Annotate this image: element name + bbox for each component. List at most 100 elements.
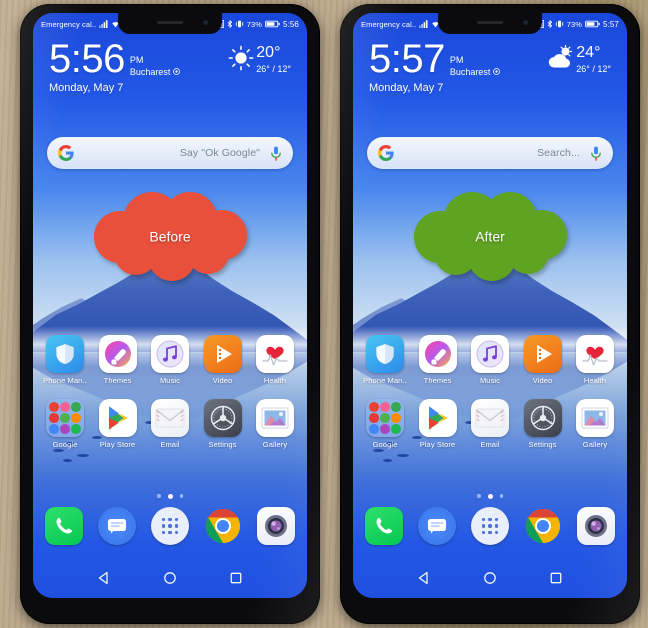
earpiece-speaker (157, 21, 183, 24)
bluetooth-icon (547, 20, 553, 28)
app-play-store[interactable]: Play Store (414, 399, 462, 449)
app-phone-manager[interactable]: Phone Man.. (41, 335, 89, 385)
navigation-bar (33, 558, 307, 598)
page-indicator (353, 494, 627, 499)
app-gallery[interactable]: Gallery (571, 399, 619, 449)
themes-icon (418, 335, 457, 373)
google-g-icon (378, 145, 394, 161)
app-label: Email (160, 440, 180, 449)
widget-ampm: PM (449, 55, 464, 65)
sun-icon (228, 45, 254, 71)
chrome-app-icon[interactable] (524, 507, 562, 545)
app-label: Settings (208, 440, 237, 449)
themes-icon (98, 335, 137, 373)
battery-icon (264, 20, 280, 28)
messages-app-icon[interactable] (98, 507, 136, 545)
phone-app-icon[interactable] (45, 507, 83, 545)
app-label: Themes (423, 376, 452, 385)
app-music[interactable]: Music (146, 335, 194, 385)
app-email[interactable]: Email (146, 399, 194, 449)
app-grid: Phone Man.. Themes Music Video Health Go… (353, 335, 627, 463)
page-dot[interactable] (179, 494, 183, 498)
phone-manager-icon (46, 335, 84, 373)
page-dot[interactable] (499, 494, 503, 498)
app-row-2: Google Play Store Email Settings Gallery (41, 399, 299, 449)
weather-temp: 20° (256, 44, 281, 61)
status-bar-clock: 5:57 (603, 19, 619, 29)
front-camera (523, 20, 528, 25)
app-row-2: Google Play Store Email Settings Gallery (361, 399, 619, 449)
google-search-bar[interactable]: Say "Ok Google" (47, 137, 293, 169)
clock-weather-widget[interactable]: 5:57 PM Bucharest Monday, May 7 24° 26° … (353, 39, 627, 94)
search-input[interactable]: Search... (394, 147, 590, 159)
weather-block[interactable]: 24° 26° / 12° (546, 41, 611, 74)
clock-weather-widget[interactable]: 5:56 PM Bucharest Monday, May 7 20° 26° … (33, 39, 307, 94)
phone-app-icon[interactable] (365, 507, 403, 545)
callout-before: Before (80, 191, 260, 283)
settings-icon (523, 399, 562, 437)
page-dot-active[interactable] (487, 494, 493, 499)
signal-icon (99, 20, 108, 28)
app-themes[interactable]: Themes (414, 335, 462, 385)
email-icon (151, 399, 189, 437)
phone-screen-after[interactable]: Emergency cal.. 73% 5:57 5:57 PM Buchare… (353, 13, 627, 598)
app-label: Phone Man.. (43, 376, 87, 385)
back-button[interactable] (97, 571, 111, 585)
app-play-store[interactable]: Play Store (94, 399, 142, 449)
app-phone-manager[interactable]: Phone Man.. (361, 335, 409, 385)
app-label: Video (532, 376, 553, 385)
app-settings[interactable]: Settings (519, 399, 567, 449)
microphone-icon[interactable] (590, 146, 602, 161)
messages-app-icon[interactable] (418, 507, 456, 545)
home-button[interactable] (483, 571, 497, 585)
page-dot[interactable] (477, 494, 481, 498)
recents-button[interactable] (229, 571, 243, 585)
phone-screen-before[interactable]: Emergency cal.. 73% 5:56 5:56 PM Buchare… (33, 13, 307, 598)
app-music[interactable]: Music (466, 335, 514, 385)
app-email[interactable]: Email (466, 399, 514, 449)
video-icon (203, 335, 242, 373)
microphone-icon[interactable] (270, 146, 282, 161)
callout-label-after: After (475, 228, 505, 245)
widget-ampm: PM (129, 55, 144, 65)
widget-city: Bucharest (129, 66, 171, 77)
app-label: Health (263, 376, 287, 385)
google-search-bar[interactable]: Search... (367, 137, 613, 169)
back-button[interactable] (417, 571, 431, 585)
app-health[interactable]: Health (571, 335, 619, 385)
phone-after: Emergency cal.. 73% 5:57 5:57 PM Buchare… (340, 4, 640, 624)
camera-app-icon[interactable] (257, 507, 295, 545)
app-label: Music (159, 376, 181, 385)
phone-manager-icon (366, 335, 404, 373)
app-label: Music (479, 376, 501, 385)
app-label: Email (480, 440, 500, 449)
weather-temp: 24° (576, 44, 601, 61)
camera-app-icon[interactable] (577, 507, 615, 545)
front-camera (203, 20, 208, 25)
video-icon (523, 335, 562, 373)
health-icon (256, 335, 294, 373)
chrome-app-icon[interactable] (204, 507, 242, 545)
app-gallery[interactable]: Gallery (251, 399, 299, 449)
app-label: Video (212, 376, 233, 385)
page-dot-active[interactable] (167, 494, 173, 499)
app-video[interactable]: Video (519, 335, 567, 385)
app-health[interactable]: Health (251, 335, 299, 385)
app-settings[interactable]: Settings (199, 399, 247, 449)
app-google-folder[interactable]: Google (361, 399, 409, 449)
weather-block[interactable]: 20° 26° / 12° (228, 41, 291, 74)
app-google-folder[interactable]: Google (41, 399, 89, 449)
location-pin-icon (173, 68, 181, 76)
app-label: Gallery (262, 440, 288, 449)
search-input[interactable]: Say "Ok Google" (74, 147, 270, 159)
recents-button[interactable] (549, 571, 563, 585)
earpiece-speaker (477, 21, 503, 24)
app-themes[interactable]: Themes (94, 335, 142, 385)
app-label: Phone Man.. (363, 376, 407, 385)
home-button[interactable] (163, 571, 177, 585)
app-drawer-icon[interactable] (151, 507, 189, 545)
app-drawer-icon[interactable] (471, 507, 509, 545)
page-dot[interactable] (157, 494, 161, 498)
app-video[interactable]: Video (199, 335, 247, 385)
app-label: Themes (103, 376, 132, 385)
